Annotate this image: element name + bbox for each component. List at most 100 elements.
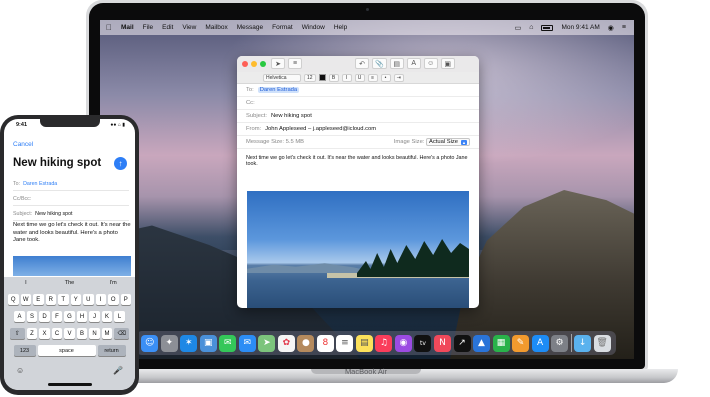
key[interactable]: N <box>89 328 100 339</box>
maps-icon[interactable]: ➤ <box>258 334 276 352</box>
menu-message[interactable]: Message <box>237 24 263 31</box>
phone-ccbcc-field[interactable]: Cc/Bcc: <box>13 192 129 206</box>
music-icon[interactable]: ♫ <box>375 334 393 352</box>
send-button[interactable]: ↑ <box>114 157 127 170</box>
attach-icon[interactable]: 📎 <box>372 58 387 69</box>
key[interactable]: Q <box>8 294 19 305</box>
contacts-icon[interactable]: ● <box>297 334 315 352</box>
tv-icon[interactable]: tv <box>414 334 432 352</box>
font-family-select[interactable]: Helvetica <box>263 73 301 82</box>
key[interactable]: M <box>101 328 113 339</box>
safari-icon[interactable]: ✶ <box>180 334 198 352</box>
key[interactable]: O <box>108 294 119 305</box>
attached-photo[interactable] <box>247 191 469 308</box>
fullscreen-window-button[interactable] <box>260 61 266 67</box>
key[interactable]: T <box>58 294 69 305</box>
cancel-button[interactable]: Cancel <box>13 141 33 148</box>
cc-field[interactable]: Cc: <box>237 97 479 110</box>
menu-mailbox[interactable]: Mailbox <box>205 24 227 31</box>
key[interactable]: E <box>33 294 44 305</box>
bold-button[interactable]: B <box>328 73 339 82</box>
suggestion-3[interactable]: I'm <box>91 280 135 291</box>
key[interactable]: B <box>76 328 88 339</box>
podcasts-icon[interactable]: ◉ <box>394 334 412 352</box>
return-key[interactable]: return <box>97 345 126 356</box>
header-fields-icon[interactable]: ≡ <box>288 58 302 69</box>
shift-icon[interactable]: ⇧ <box>9 328 25 339</box>
font-size-select[interactable]: 12 <box>304 73 316 82</box>
downloads-folder-icon[interactable]: ↓ <box>574 334 592 352</box>
key[interactable]: X <box>39 328 50 339</box>
trash-icon[interactable]: 🗑 <box>593 334 611 352</box>
key[interactable]: P <box>120 294 131 305</box>
keynote-icon[interactable]: ▲ <box>473 334 491 352</box>
news-icon[interactable]: N <box>433 334 451 352</box>
phone-to-field[interactable]: To: Daren Estrada <box>13 177 129 191</box>
key[interactable]: L <box>114 311 125 322</box>
menu-help[interactable]: Help <box>334 24 347 31</box>
finder-icon[interactable]: ☺ <box>141 334 159 352</box>
photo-browser-icon[interactable]: ▣ <box>440 58 455 69</box>
launchpad-icon[interactable]: ✦ <box>160 334 178 352</box>
reply-icon[interactable]: ↶ <box>355 58 369 69</box>
send-icon[interactable]: ➤ <box>271 58 285 69</box>
numbers-icon[interactable]: ▦ <box>492 334 510 352</box>
menu-view[interactable]: View <box>182 24 196 31</box>
wifi-icon[interactable]: ⌂ <box>529 24 533 31</box>
font-icon[interactable]: A <box>406 58 421 69</box>
pages-icon[interactable]: ✎ <box>512 334 530 352</box>
phone-recipient[interactable]: Daren Estrada <box>23 181 57 187</box>
siri-icon[interactable]: ◉ <box>608 24 614 32</box>
delete-icon[interactable]: ⌫ <box>114 328 130 339</box>
menu-clock[interactable]: Mon 9:41 AM <box>561 24 599 31</box>
emoji-icon[interactable]: ☺ <box>16 366 24 375</box>
subject-field[interactable]: Subject: New hiking spot <box>237 110 479 123</box>
underline-button[interactable]: U <box>354 73 365 82</box>
notes-icon[interactable]: ▤ <box>355 334 373 352</box>
close-window-button[interactable] <box>242 61 248 67</box>
control-center-icon[interactable]: ≡ <box>622 24 626 31</box>
subject-value[interactable]: New hiking spot <box>271 113 312 119</box>
key[interactable]: A <box>14 311 25 322</box>
calendar-icon[interactable]: 8 <box>316 334 334 352</box>
from-value[interactable]: John Appleseed – j.appleseed@icloud.com <box>265 126 376 132</box>
phone-subject-field[interactable]: Subject: New hiking spot <box>13 207 129 221</box>
text-color-swatch[interactable] <box>318 74 326 81</box>
key[interactable]: H <box>76 311 88 322</box>
key[interactable]: C <box>51 328 63 339</box>
menu-window[interactable]: Window <box>302 24 325 31</box>
battery-icon[interactable] <box>541 24 554 31</box>
list-button[interactable]: • <box>380 73 391 82</box>
app-store-icon[interactable]: A <box>531 334 549 352</box>
align-button[interactable]: ≡ <box>367 73 378 82</box>
key[interactable]: Z <box>26 328 38 339</box>
to-field[interactable]: To: Daren Estrada <box>237 84 479 97</box>
space-key[interactable]: space <box>37 345 96 356</box>
emoji-icon[interactable]: ☺ <box>423 58 438 69</box>
messages-icon[interactable]: ✉ <box>219 334 237 352</box>
key[interactable]: J <box>89 311 100 322</box>
reminders-icon[interactable]: ≡ <box>336 334 354 352</box>
menu-format[interactable]: Format <box>272 24 293 31</box>
stocks-icon[interactable]: ↗ <box>453 334 471 352</box>
suggestion-2[interactable]: The <box>48 280 92 291</box>
menu-edit[interactable]: Edit <box>162 24 173 31</box>
from-field[interactable]: From: John Appleseed – j.appleseed@iclou… <box>237 123 479 136</box>
minimize-window-button[interactable] <box>251 61 257 67</box>
key[interactable]: S <box>26 311 38 322</box>
microphone-icon[interactable]: 🎤 <box>113 366 123 375</box>
italic-button[interactable]: I <box>341 73 352 82</box>
image-size-select[interactable]: Actual Size ▲ <box>426 138 470 146</box>
apple-menu-icon[interactable]:  <box>106 23 112 32</box>
key[interactable]: W <box>20 294 31 305</box>
message-body[interactable]: Next time we go let's check it out. It's… <box>237 149 479 167</box>
indent-button[interactable]: ⇥ <box>393 73 404 82</box>
key[interactable]: R <box>45 294 56 305</box>
key[interactable]: U <box>83 294 94 305</box>
key[interactable]: K <box>101 311 113 322</box>
menu-file[interactable]: File <box>143 24 153 31</box>
key[interactable]: G <box>64 311 75 322</box>
phone-attached-photo[interactable] <box>13 256 131 276</box>
key[interactable]: D <box>39 311 50 322</box>
key[interactable]: Y <box>70 294 81 305</box>
